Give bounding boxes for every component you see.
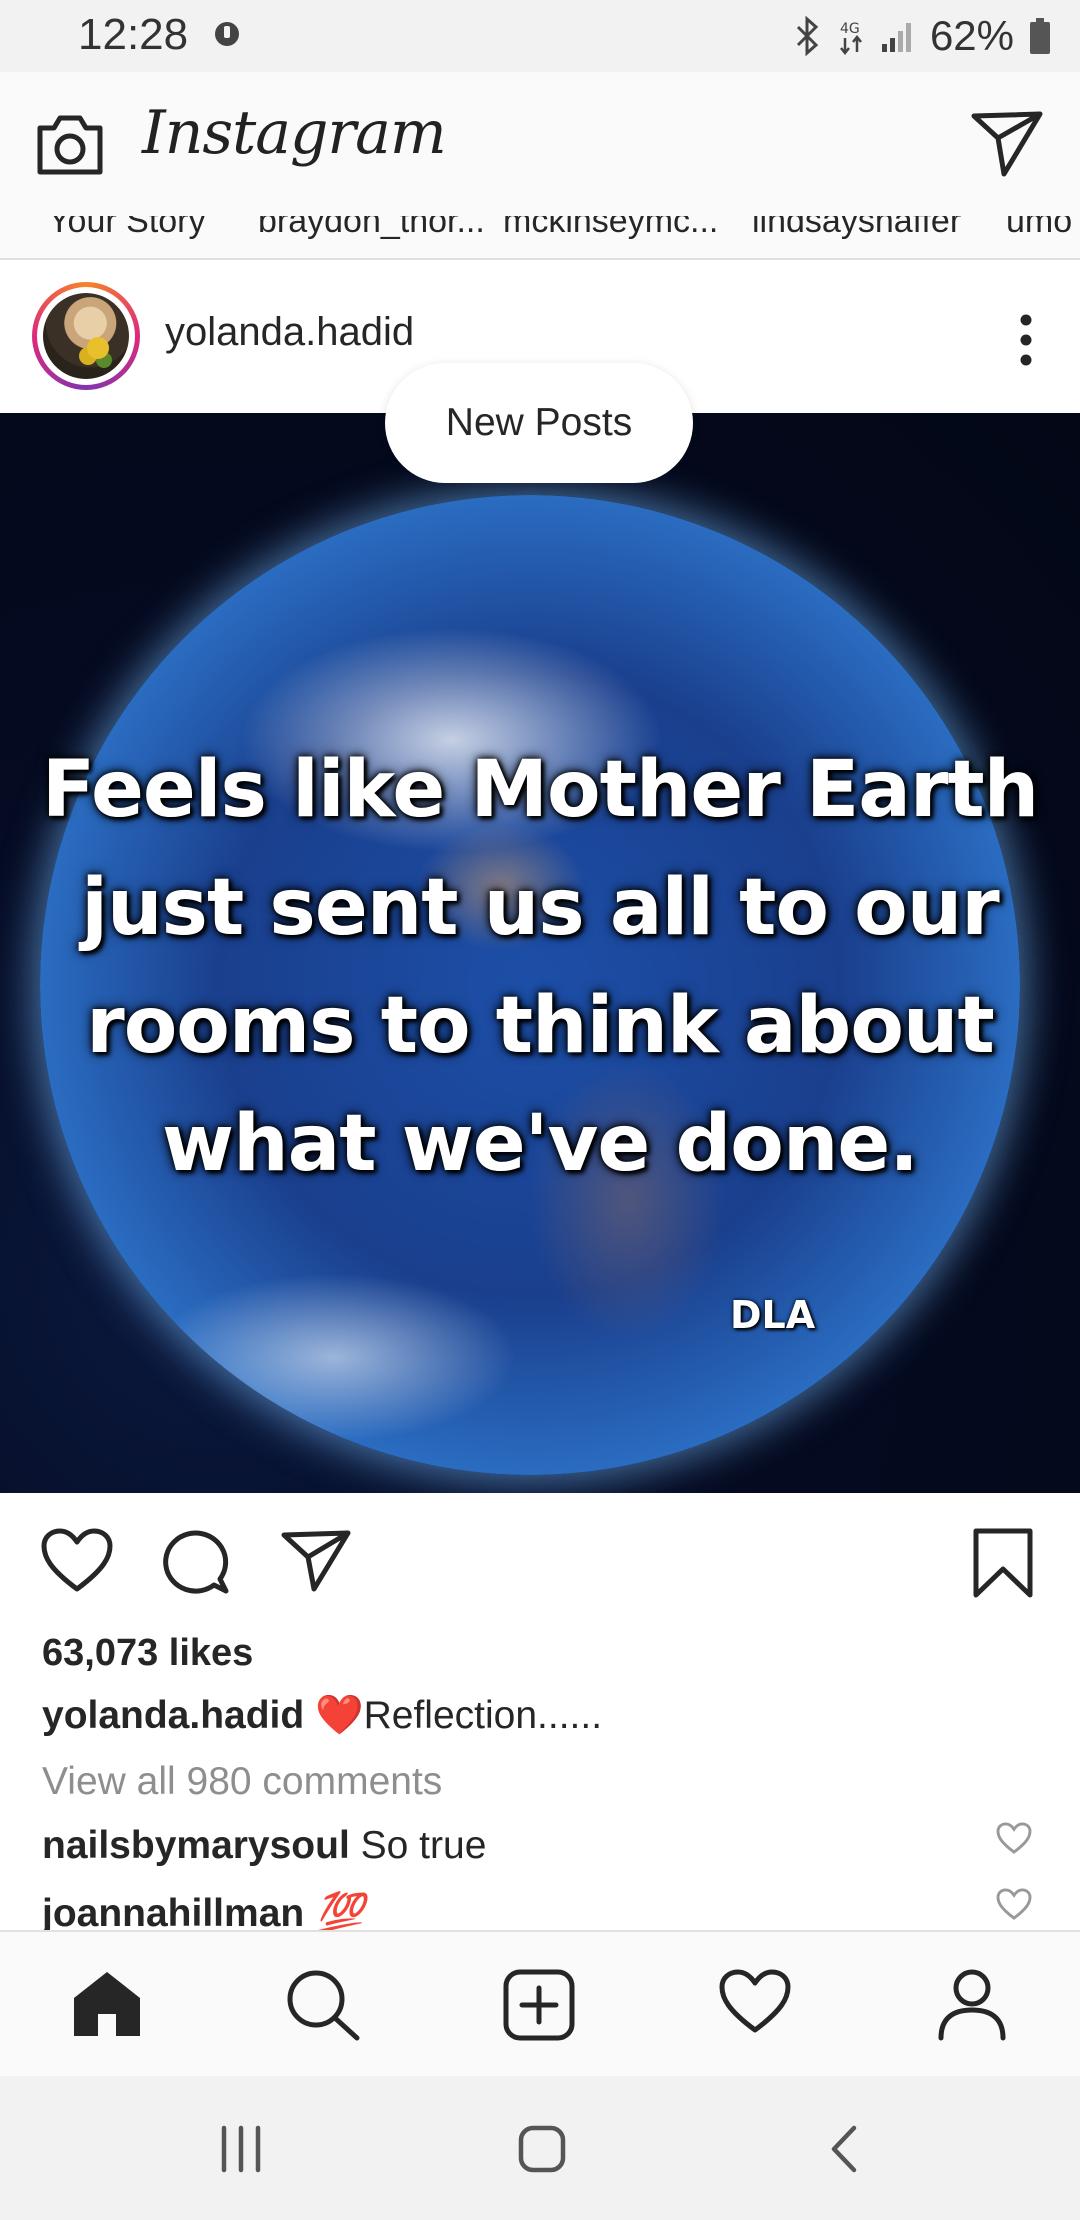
quote-line: what we've done. bbox=[162, 1099, 919, 1189]
post-caption: yolanda.hadid ❤️Reflection...... bbox=[42, 1692, 602, 1738]
system-nav-bar bbox=[0, 2076, 1080, 2220]
app-logo: Instagram bbox=[142, 98, 447, 168]
view-all-comments-link[interactable]: View all 980 comments bbox=[42, 1760, 442, 1804]
caption-emoji: ❤️ bbox=[315, 1694, 364, 1737]
battery-percent: 62% bbox=[929, 12, 1014, 59]
direct-message-icon[interactable] bbox=[970, 108, 1044, 178]
svg-text:4G: 4G bbox=[840, 21, 860, 37]
story-label[interactable]: umo bbox=[1006, 216, 1072, 241]
quote-line: just sent us all to our bbox=[81, 863, 999, 953]
dnd-icon bbox=[213, 20, 241, 48]
story-label[interactable]: mckinseymc... bbox=[503, 216, 718, 241]
story-label[interactable]: braydon_thor... bbox=[258, 216, 485, 241]
post-actions bbox=[0, 1493, 1080, 1623]
status-time: 12:28 bbox=[78, 10, 189, 59]
comment-item: nailsbymarysoul So true bbox=[42, 1824, 486, 1868]
home-icon[interactable] bbox=[70, 1968, 144, 2040]
story-label[interactable]: Your Story bbox=[48, 216, 206, 241]
bluetooth-icon bbox=[792, 16, 822, 56]
activity-heart-icon[interactable] bbox=[718, 1968, 792, 2034]
battery-icon bbox=[1028, 16, 1052, 56]
like-heart-icon[interactable] bbox=[40, 1527, 114, 1593]
comment-like-icon[interactable] bbox=[996, 1822, 1032, 1854]
caption-text: Reflection...... bbox=[363, 1694, 603, 1737]
quote-line: Feels like Mother Earth bbox=[41, 745, 1039, 835]
add-post-icon[interactable] bbox=[502, 1968, 576, 2042]
camera-icon[interactable] bbox=[34, 112, 106, 178]
comment-username[interactable]: nailsbymarysoul bbox=[42, 1824, 350, 1867]
image-quote: Feels like Mother Earth just sent us all… bbox=[0, 731, 1080, 1203]
quote-line: rooms to think about bbox=[86, 981, 995, 1071]
home-button-icon[interactable] bbox=[517, 2124, 567, 2174]
comment-username[interactable]: joannahillman bbox=[42, 1892, 304, 1935]
avatar[interactable] bbox=[32, 282, 140, 390]
story-label[interactable]: lindsayshaffer bbox=[752, 216, 961, 241]
post-username[interactable]: yolanda.hadid bbox=[165, 310, 414, 355]
signal-icon bbox=[880, 18, 916, 54]
status-bar: 12:28 4G 62% bbox=[0, 0, 1080, 72]
image-signature: DLA bbox=[730, 1293, 816, 1337]
comment-text: 💯 bbox=[315, 1892, 364, 1935]
recent-apps-icon[interactable] bbox=[216, 2124, 266, 2174]
bookmark-icon[interactable] bbox=[970, 1527, 1036, 1599]
new-posts-button[interactable]: New Posts bbox=[385, 363, 693, 483]
comment-text: So true bbox=[360, 1824, 487, 1867]
profile-icon[interactable] bbox=[935, 1968, 1009, 2042]
caption-username[interactable]: yolanda.hadid bbox=[42, 1694, 304, 1737]
share-icon[interactable] bbox=[280, 1527, 352, 1593]
app-bar: Instagram bbox=[0, 72, 1080, 216]
comment-like-icon[interactable] bbox=[996, 1888, 1032, 1920]
likes-count[interactable]: 63,073 likes bbox=[42, 1632, 253, 1675]
post-image[interactable]: Feels like Mother Earth just sent us all… bbox=[0, 413, 1080, 1493]
back-icon[interactable] bbox=[826, 2124, 862, 2174]
search-icon[interactable] bbox=[285, 1968, 361, 2042]
data-4g-icon: 4G bbox=[836, 16, 866, 56]
stories-tray[interactable]: Your Story braydon_thor... mckinseymc...… bbox=[0, 216, 1080, 260]
comment-icon[interactable] bbox=[162, 1527, 232, 1595]
more-options-icon[interactable] bbox=[1016, 312, 1036, 368]
bottom-nav bbox=[0, 1930, 1080, 2078]
